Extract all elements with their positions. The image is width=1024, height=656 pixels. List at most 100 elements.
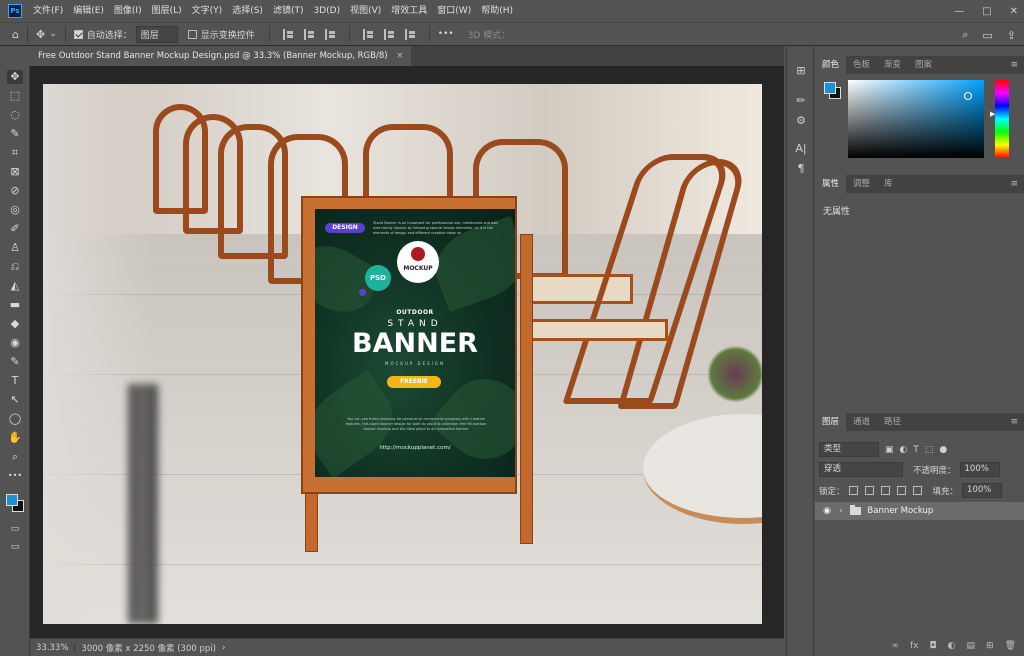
screen-mode-icon[interactable]: ▭ <box>7 540 23 554</box>
frame-tool[interactable]: ⊠ <box>7 165 23 179</box>
move-tool[interactable]: ✥ <box>7 70 23 84</box>
layer-style-icon[interactable]: fx <box>910 641 919 651</box>
document-canvas[interactable]: DESIGN Stand Banner is an important for … <box>43 84 762 624</box>
more-options-icon[interactable]: ••• <box>438 29 454 39</box>
panel-menu-icon[interactable]: ≡ <box>1010 56 1018 74</box>
close-icon[interactable]: ✕ <box>1010 6 1018 17</box>
history-panel-icon[interactable]: ⊞ <box>794 64 808 78</box>
align-top-icon[interactable] <box>362 28 374 40</box>
dodge-tool[interactable]: ◉ <box>7 336 23 350</box>
menu-file[interactable]: 文件(F) <box>28 0 68 22</box>
link-layers-icon[interactable]: ∞ <box>892 641 900 651</box>
hand-tool[interactable]: ✋ <box>7 431 23 445</box>
canvas-area[interactable]: DESIGN Stand Banner is an important for … <box>30 66 784 638</box>
type-tool[interactable]: T <box>7 374 23 388</box>
menu-image[interactable]: 图像(I) <box>109 0 147 22</box>
layer-kind-filter[interactable]: 类型 <box>819 442 879 457</box>
healing-tool[interactable]: ◎ <box>7 203 23 217</box>
move-tool-icon[interactable]: ✥ <box>36 28 45 41</box>
menu-view[interactable]: 视图(V) <box>345 0 386 22</box>
edit-toolbar-icon[interactable]: ••• <box>7 469 23 483</box>
pen-tool[interactable]: ✎ <box>7 355 23 369</box>
tab-properties[interactable]: 属性 <box>815 175 847 193</box>
menu-plugins[interactable]: 增效工具 <box>386 0 432 22</box>
add-mask-icon[interactable]: ◘ <box>930 641 937 651</box>
crop-tool[interactable]: ⌗ <box>7 146 23 160</box>
blur-tool[interactable]: ◆ <box>7 317 23 331</box>
shape-filter-icon[interactable]: ⬚ <box>925 445 934 455</box>
fill-input[interactable]: 100% <box>962 483 1003 498</box>
tab-layers[interactable]: 图层 <box>815 413 847 431</box>
pixel-filter-icon[interactable]: ▣ <box>885 445 894 455</box>
align-right-icon[interactable] <box>324 28 336 40</box>
lock-all-icon[interactable] <box>912 486 922 495</box>
panel-menu-icon[interactable]: ≡ <box>1010 175 1018 193</box>
ellipse-tool[interactable]: ◯ <box>7 412 23 426</box>
marquee-tool[interactable]: ⬚ <box>7 89 23 103</box>
auto-select-dropdown[interactable]: 图层 <box>135 25 178 43</box>
eyedropper-tool[interactable]: ⊘ <box>7 184 23 198</box>
chevron-down-icon[interactable]: ⌄ <box>49 29 57 39</box>
new-group-icon[interactable]: ▤ <box>967 641 976 651</box>
tab-patterns[interactable]: 图案 <box>908 56 939 74</box>
menu-layer[interactable]: 图层(L) <box>147 0 187 22</box>
menu-edit[interactable]: 编辑(E) <box>68 0 109 22</box>
quick-select-tool[interactable]: ✎ <box>7 127 23 141</box>
layer-name[interactable]: Banner Mockup <box>867 506 933 516</box>
align-middle-icon[interactable] <box>383 28 395 40</box>
visibility-eye-icon[interactable]: ◉ <box>819 506 835 516</box>
align-center-icon[interactable] <box>303 28 315 40</box>
color-picker-ring[interactable] <box>964 92 972 100</box>
panel-menu-icon[interactable]: ≡ <box>1010 413 1018 431</box>
gradient-tool[interactable]: ▬ <box>7 298 23 312</box>
close-tab-icon[interactable]: × <box>396 51 403 61</box>
menu-3d[interactable]: 3D(D) <box>308 0 345 22</box>
brush-tool[interactable]: ✐ <box>7 222 23 236</box>
tab-swatches[interactable]: 色板 <box>846 56 877 74</box>
menu-select[interactable]: 选择(S) <box>227 0 268 22</box>
opacity-input[interactable]: 100% <box>959 462 1000 477</box>
adjustments-icon[interactable]: ⚙ <box>794 114 808 128</box>
panel-foreground-swatch[interactable] <box>824 82 836 94</box>
status-menu-arrow-icon[interactable]: › <box>222 643 225 653</box>
zoom-level[interactable]: 33.33% <box>30 642 76 653</box>
foreground-color-swatch[interactable] <box>6 494 18 506</box>
expand-group-icon[interactable]: › <box>839 506 842 516</box>
adjustment-layer-icon[interactable]: ◐ <box>948 641 956 651</box>
tab-adjustments[interactable]: 调整 <box>846 175 877 193</box>
blend-mode-dropdown[interactable]: 穿透 <box>819 462 903 477</box>
lock-position-icon[interactable] <box>880 486 890 495</box>
minimize-icon[interactable]: — <box>954 6 964 17</box>
menu-type[interactable]: 文字(Y) <box>187 0 228 22</box>
type-filter-icon[interactable]: T <box>913 445 919 455</box>
tab-paths[interactable]: 路径 <box>877 413 908 431</box>
lock-transparent-icon[interactable] <box>848 486 858 495</box>
search-icon[interactable]: ⌕ <box>962 28 968 42</box>
document-tab[interactable]: Free Outdoor Stand Banner Mockup Design.… <box>30 46 412 66</box>
auto-select-checkbox[interactable] <box>73 29 83 39</box>
menu-filter[interactable]: 滤镜(T) <box>268 0 309 22</box>
paragraph-panel-icon[interactable]: ¶ <box>794 162 808 176</box>
share-icon[interactable]: ⇪ <box>1007 29 1016 42</box>
zoom-tool[interactable]: ⌕ <box>7 450 23 464</box>
eraser-tool[interactable]: ◭ <box>7 279 23 293</box>
align-left-icon[interactable] <box>282 28 294 40</box>
layer-row[interactable]: ◉ › Banner Mockup <box>815 502 1024 520</box>
tab-color[interactable]: 颜色 <box>815 56 847 74</box>
workspace-icon[interactable]: ▭ <box>982 29 992 42</box>
color-field[interactable] <box>848 80 984 158</box>
hue-slider[interactable] <box>995 80 1009 158</box>
quick-mask-icon[interactable]: ▭ <box>7 522 23 536</box>
clone-stamp-tool[interactable]: ♙ <box>7 241 23 255</box>
lock-image-icon[interactable] <box>864 486 874 495</box>
smart-object-filter-icon[interactable]: ● <box>939 445 947 455</box>
lasso-tool[interactable]: ◌ <box>7 108 23 122</box>
adjustment-filter-icon[interactable]: ◐ <box>900 445 908 455</box>
menu-help[interactable]: 帮助(H) <box>476 0 518 22</box>
history-brush-tool[interactable]: ⎌ <box>7 260 23 274</box>
tab-libraries[interactable]: 库 <box>877 175 900 193</box>
maximize-icon[interactable]: □ <box>982 6 991 17</box>
show-transform-checkbox[interactable] <box>187 29 197 39</box>
home-icon[interactable]: ⌂ <box>12 28 19 41</box>
tab-gradients[interactable]: 渐变 <box>877 56 908 74</box>
